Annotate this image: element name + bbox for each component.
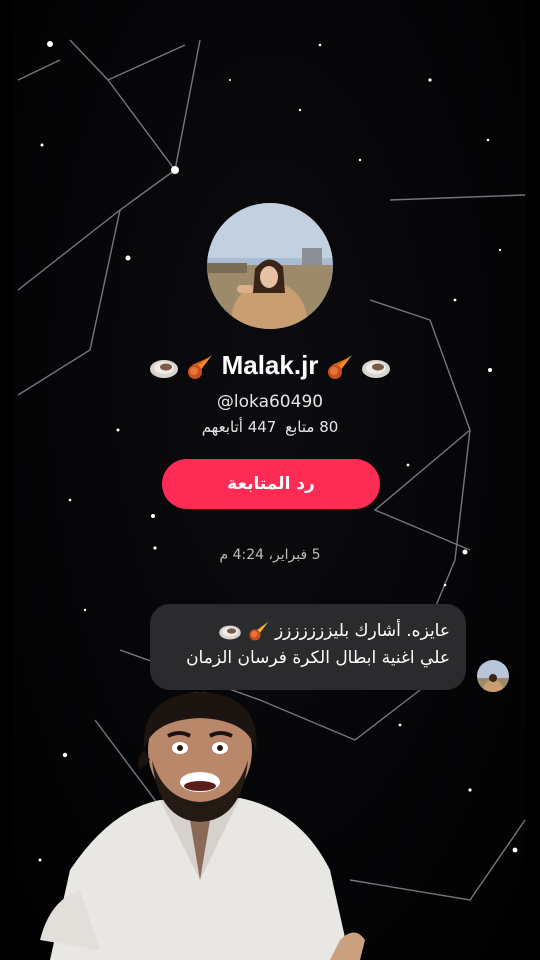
left-frame-border	[0, 0, 14, 960]
message-timestamp: 5 فبراير، 4:24 م	[219, 547, 321, 563]
display-name-row: Malak.jr	[0, 350, 540, 381]
message-bubble[interactable]: عايزه. أشارك بليززززززز علي اغنية ابطال …	[150, 604, 466, 690]
message-line-1: عايزه. أشارك بليززززززز	[166, 618, 450, 645]
oyster-emoji-icon	[150, 360, 179, 379]
meteor-emoji-icon	[188, 355, 213, 380]
message-line-2: علي اغنية ابطال الكرة فرسان الزمان	[186, 648, 450, 668]
sender-avatar[interactable]	[477, 660, 509, 692]
tiktok-dm-screen: Malak.jr @loka60490 80 متابع 447 أتابعهم…	[0, 0, 540, 960]
follow-back-button[interactable]: رد المتابعة	[162, 459, 380, 509]
followers-count[interactable]: 447 أتابعهم	[202, 418, 277, 436]
right-frame-border	[526, 0, 540, 960]
oyster-emoji-icon	[361, 360, 390, 379]
following-count[interactable]: 80 متابع	[285, 418, 338, 436]
display-name: Malak.jr	[221, 350, 319, 380]
username-handle: @loka60490	[216, 392, 324, 412]
meteor-emoji-icon	[249, 621, 268, 641]
laughing-man-sticker	[40, 692, 365, 960]
profile-avatar[interactable]	[207, 203, 333, 329]
meteor-emoji-icon	[327, 355, 352, 380]
oyster-emoji-icon	[219, 625, 241, 640]
profile-stats: 80 متابع 447 أتابعهم	[0, 418, 540, 436]
